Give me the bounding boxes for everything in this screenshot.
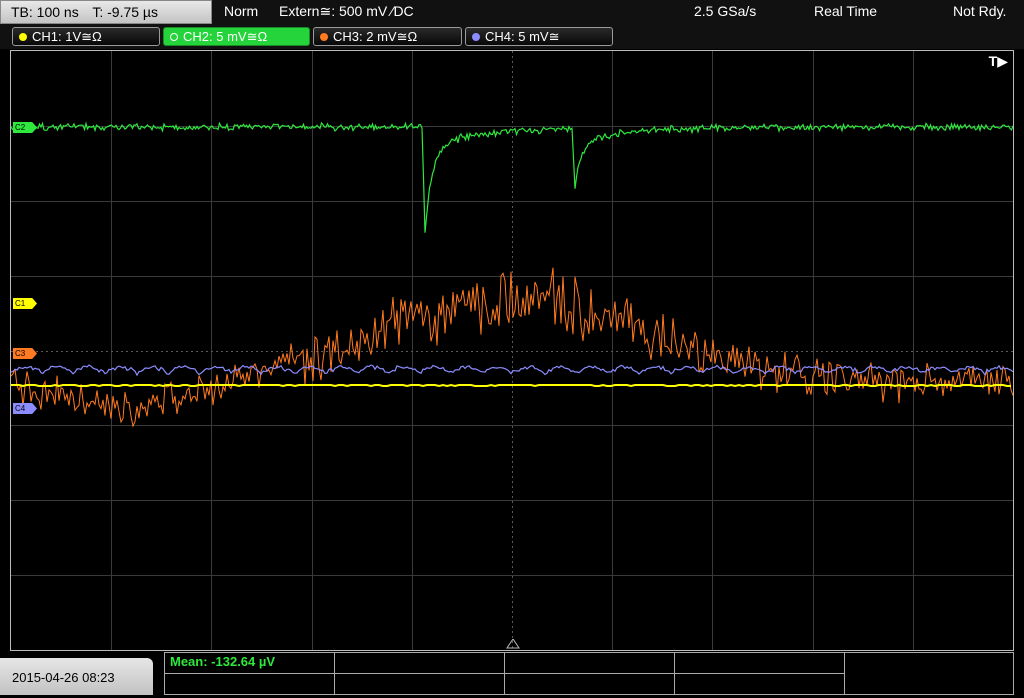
trigger-source[interactable]: Extern≅: 500 mV ∕DC [279, 3, 414, 20]
mean-measurement: Mean: -132.64 µV [170, 654, 276, 669]
acquisition-mode: Real Time [814, 3, 878, 19]
timestamp: 2015-04-26 08:23 [0, 658, 153, 695]
channel-label: CH2: 5 mV≅Ω [183, 29, 268, 44]
trigger-mode[interactable]: Norm [224, 3, 258, 19]
trigger-time-marker-icon [506, 639, 520, 649]
ch4-color-dot-icon [472, 33, 480, 41]
timebase-display[interactable]: TB: 100 ns T: -9.75 µs [0, 0, 212, 24]
measurement-cell[interactable] [675, 674, 845, 695]
ch3-color-dot-icon [320, 33, 328, 41]
measurement-cell[interactable] [675, 653, 845, 674]
channel-label: CH3: 2 mV≅Ω [333, 29, 418, 44]
ch3-trace [11, 267, 1013, 428]
waveform-traces [11, 121, 1013, 428]
bottom-bar: 2015-04-26 08:23 [0, 652, 1024, 695]
ch2-offset-marker[interactable]: C2 [13, 122, 37, 133]
channel-bar: CH1: 1V≅Ω CH2: 5 mV≅Ω CH3: 2 mV≅Ω CH4: 5… [0, 25, 1024, 49]
ch2-trace [11, 121, 1013, 233]
measurement-cell[interactable] [505, 653, 675, 674]
channel-label: CH4: 5 mV≅ [485, 29, 560, 44]
waveform-display[interactable]: T▶ C1 C2 C3 C4 [10, 50, 1014, 651]
trigger-time-value: T: -9.75 µs [92, 4, 158, 20]
channel-label: CH1: 1V≅Ω [32, 29, 102, 44]
run-state: Not Rdy. [953, 3, 1007, 19]
channel-tab-ch2[interactable]: CH2: 5 mV≅Ω [163, 27, 310, 46]
ch1-color-dot-icon [19, 33, 27, 41]
measurement-cell[interactable] [335, 653, 505, 674]
status-bar: TB: 100 ns T: -9.75 µs Norm Extern≅: 500… [0, 0, 1024, 25]
timebase-value: TB: 100 ns [11, 4, 79, 20]
measurement-cell[interactable] [505, 674, 675, 695]
ch1-offset-marker[interactable]: C1 [13, 298, 37, 309]
channel-tab-ch1[interactable]: CH1: 1V≅Ω [12, 27, 160, 46]
ch4-trace [11, 364, 1013, 377]
ch4-offset-marker[interactable]: C4 [13, 403, 37, 414]
trigger-position-marker: T▶ [988, 53, 1008, 69]
ch1-trace [11, 383, 1011, 388]
measurement-table[interactable] [164, 652, 1014, 695]
measurement-cell[interactable] [165, 674, 335, 695]
ch2-color-dot-icon [170, 33, 178, 41]
measurement-cell[interactable] [335, 674, 505, 695]
ch3-offset-marker[interactable]: C3 [13, 348, 37, 359]
sample-rate: 2.5 GSa/s [694, 3, 757, 19]
channel-tab-ch4[interactable]: CH4: 5 mV≅ [465, 27, 613, 46]
channel-tab-ch3[interactable]: CH3: 2 mV≅Ω [313, 27, 462, 46]
